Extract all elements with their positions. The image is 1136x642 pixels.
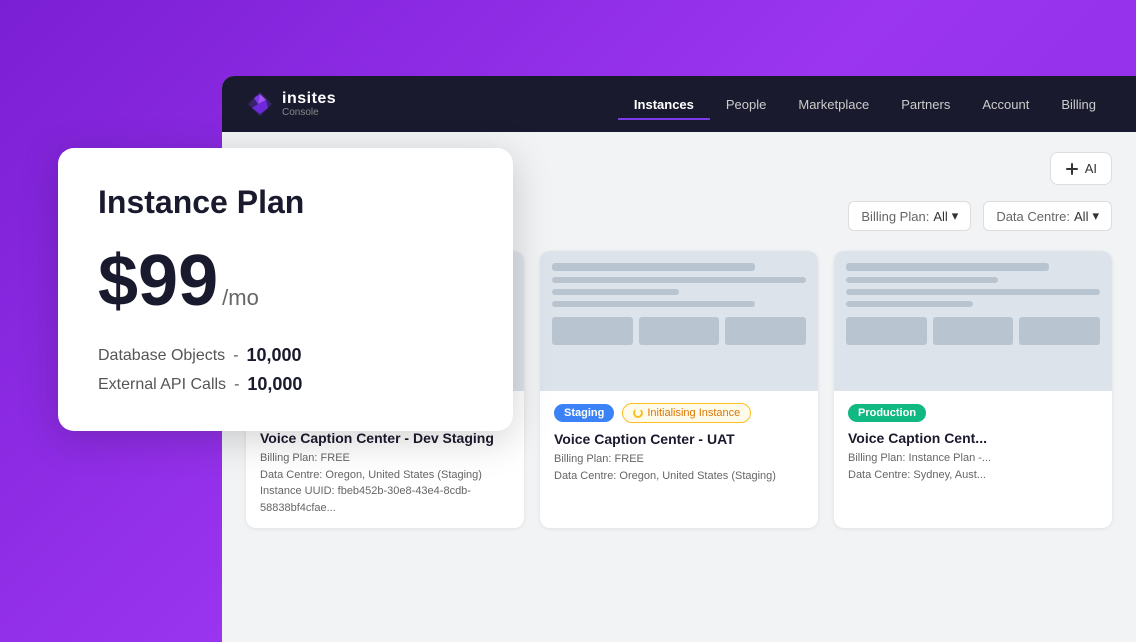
add-icon [1065, 162, 1079, 176]
spinner-icon [633, 408, 643, 418]
instance-card-2[interactable]: Staging Initialising Instance Voice Capt… [540, 251, 818, 528]
logo: insites Console [246, 90, 336, 119]
card-meta-3: Billing Plan: Instance Plan -... Data Ce… [848, 450, 1098, 483]
billing-plan-text-2: Billing Plan: FREE [554, 451, 804, 468]
api-value: 10,000 [247, 374, 302, 395]
initialising-badge: Initialising Instance [622, 403, 751, 423]
card-info-3: Production Voice Caption Cent... Billing… [834, 391, 1112, 495]
nav-instances[interactable]: Instances [618, 89, 710, 120]
plan-period: /mo [222, 285, 259, 311]
status-badge-2: Staging [554, 404, 614, 422]
card-title-3: Voice Caption Cent... [848, 430, 1098, 446]
card-title-2: Voice Caption Center - UAT [554, 431, 804, 447]
preview-bar [846, 263, 1049, 271]
preview-block [552, 317, 633, 345]
preview-row [552, 317, 806, 345]
preview-bar [552, 289, 679, 295]
data-centre-chevron: ▾ [1092, 208, 1099, 224]
api-dash: - [234, 376, 239, 394]
card-preview-2 [540, 251, 818, 391]
preview-bar [846, 277, 998, 283]
navbar-nav: Instances People Marketplace Partners Ac… [618, 89, 1112, 120]
nav-partners[interactable]: Partners [885, 89, 966, 120]
db-label: Database Objects [98, 347, 225, 365]
data-centre-value: All [1074, 209, 1088, 224]
preview-row [846, 317, 1100, 345]
billing-plan-value: All [933, 209, 947, 224]
card-meta-2: Billing Plan: FREE Data Centre: Oregon, … [554, 451, 804, 484]
preview-bar [552, 301, 755, 307]
card-info-2: Staging Initialising Instance Voice Capt… [540, 391, 818, 496]
nav-marketplace[interactable]: Marketplace [782, 89, 885, 120]
preview-block [725, 317, 806, 345]
billing-plan-filter[interactable]: Billing Plan: All ▾ [848, 201, 971, 231]
billing-plan-chevron: ▾ [952, 208, 959, 224]
preview-bar [552, 277, 806, 283]
card-meta-1: Billing Plan: FREE Data Centre: Oregon, … [260, 450, 510, 516]
initialising-label: Initialising Instance [647, 407, 740, 419]
preview-block [639, 317, 720, 345]
logo-sub: Console [282, 107, 336, 118]
billing-plan-text-3: Billing Plan: Instance Plan -... [848, 450, 1098, 467]
card-title-1: Voice Caption Center - Dev Staging [260, 430, 510, 446]
billing-plan-label: Billing Plan: [861, 209, 929, 224]
plan-feature-db: Database Objects - 10,000 [98, 345, 473, 366]
nav-billing[interactable]: Billing [1045, 89, 1112, 120]
data-centre-label: Data Centre: [996, 209, 1070, 224]
instance-card-3[interactable]: Production Voice Caption Cent... Billing… [834, 251, 1112, 528]
preview-block [1019, 317, 1100, 345]
uuid-text-1: Instance UUID: fbeb452b-30e8-43e4-8cdb-5… [260, 483, 510, 516]
plan-feature-api: External API Calls - 10,000 [98, 374, 473, 395]
db-dash: - [233, 347, 238, 365]
preview-block [933, 317, 1014, 345]
nav-people[interactable]: People [710, 89, 782, 120]
billing-plan-text-1: Billing Plan: FREE [260, 450, 510, 467]
plan-features: Database Objects - 10,000 External API C… [98, 345, 473, 395]
preview-bar [846, 301, 973, 307]
preview-block [846, 317, 927, 345]
api-label: External API Calls [98, 376, 226, 394]
navbar: insites Console Instances People Marketp… [222, 76, 1136, 132]
add-instance-label: AI [1085, 161, 1097, 176]
logo-name: insites [282, 90, 336, 108]
plan-price-row: $99 /mo [98, 245, 473, 317]
logo-icon [246, 90, 274, 118]
data-centre-text-1: Data Centre: Oregon, United States (Stag… [260, 467, 510, 484]
logo-text: insites Console [282, 90, 336, 119]
card-preview-3 [834, 251, 1112, 391]
preview-bar [846, 289, 1100, 295]
preview-bar [552, 263, 755, 271]
add-instance-button[interactable]: AI [1050, 152, 1112, 185]
plan-title: Instance Plan [98, 184, 473, 221]
db-value: 10,000 [247, 345, 302, 366]
data-centre-text-3: Data Centre: Sydney, Aust... [848, 467, 1098, 484]
status-badge-3: Production [848, 404, 926, 422]
plan-price: $99 [98, 245, 218, 317]
plan-card: Instance Plan $99 /mo Database Objects -… [58, 148, 513, 431]
nav-account[interactable]: Account [966, 89, 1045, 120]
data-centre-text-2: Data Centre: Oregon, United States (Stag… [554, 468, 804, 485]
data-centre-filter[interactable]: Data Centre: All ▾ [983, 201, 1112, 231]
